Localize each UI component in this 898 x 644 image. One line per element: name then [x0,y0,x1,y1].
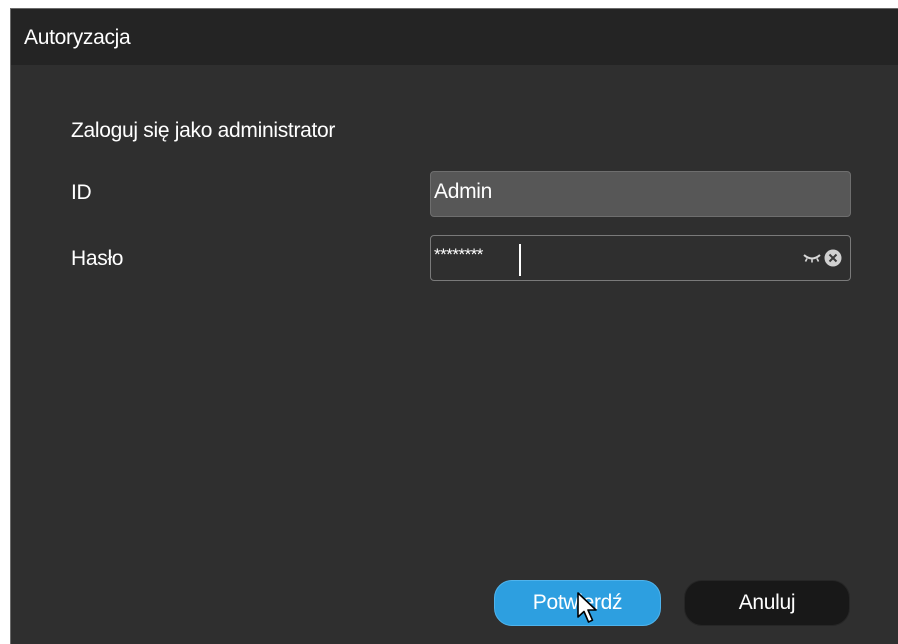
id-label: ID [71,181,92,204]
password-label: Hasło [71,247,124,270]
id-field[interactable]: Admin [430,171,851,217]
eye-closed-icon[interactable] [802,251,822,265]
mouse-cursor-icon [577,592,597,623]
login-heading: Zaloguj się jako administrator [71,119,336,142]
clear-icon[interactable] [824,249,842,267]
authorization-dialog: Autoryzacja Zaloguj się jako administrat… [10,8,898,644]
dialog-titlebar: Autoryzacja [11,9,898,65]
id-value: Admin [434,180,493,203]
dialog-title: Autoryzacja [24,26,131,49]
password-field[interactable]: ******** [430,235,851,281]
text-caret [519,244,521,276]
password-value: ******** [434,245,483,264]
cancel-button[interactable]: Anuluj [684,580,850,626]
cancel-button-label: Anuluj [738,591,796,614]
